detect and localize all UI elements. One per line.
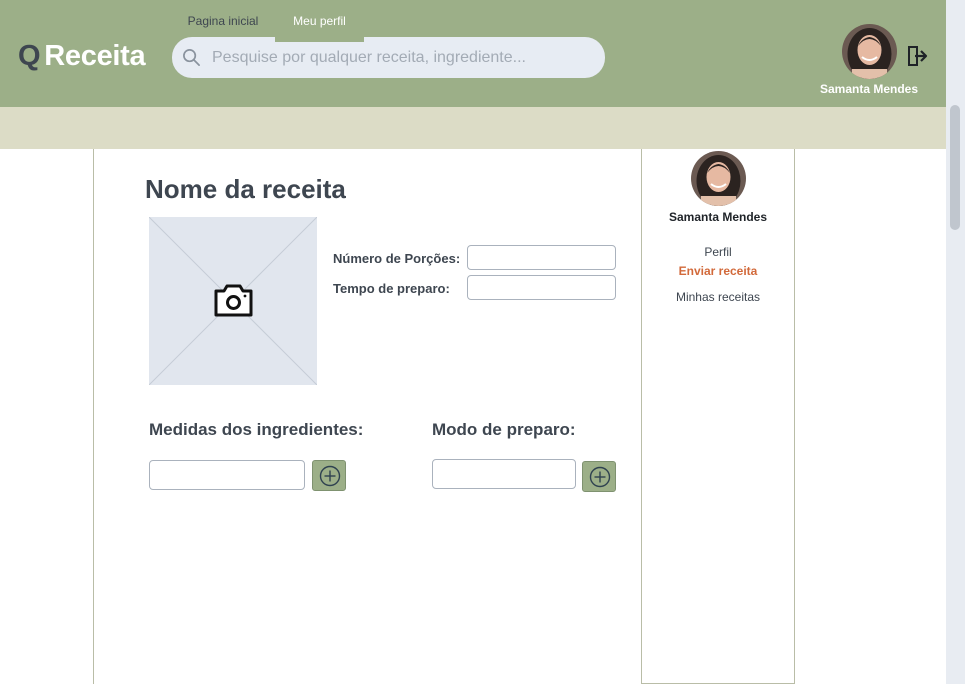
portions-input[interactable] <box>467 245 616 270</box>
logout-icon[interactable] <box>907 44 929 68</box>
sidebar-item-profile[interactable]: Perfil <box>641 245 795 259</box>
add-step-button[interactable] <box>582 461 616 492</box>
tab-home[interactable]: Pagina inicial <box>177 0 269 42</box>
logo-q: Q <box>18 40 41 72</box>
app-logo[interactable]: Q Receita <box>18 40 146 73</box>
sidebar-avatar[interactable] <box>691 151 746 206</box>
prep-time-label: Tempo de preparo: <box>333 281 450 296</box>
sidebar-user-name: Samanta Mendes <box>668 210 768 224</box>
search-bar[interactable] <box>172 37 605 78</box>
profile-sidebar <box>641 149 795 684</box>
ingredient-input[interactable] <box>149 460 305 490</box>
plus-circle-icon <box>319 465 341 487</box>
sidebar-item-my-recipes[interactable]: Minhas receitas <box>641 290 795 304</box>
nav-bar <box>0 107 946 149</box>
ingredients-heading: Medidas dos ingredientes: <box>149 420 364 439</box>
scrollbar-track[interactable] <box>946 0 965 684</box>
logo-text: Receita <box>44 40 146 72</box>
plus-circle-icon <box>589 466 611 488</box>
camera-icon[interactable] <box>213 284 254 317</box>
add-ingredient-button[interactable] <box>312 460 346 491</box>
sidebar-item-send-recipe[interactable]: Enviar receita <box>641 264 795 278</box>
method-heading: Modo de preparo: <box>432 420 576 439</box>
method-input[interactable] <box>432 459 576 489</box>
scrollbar-thumb[interactable] <box>950 105 960 230</box>
tab-my-profile[interactable]: Meu perfil <box>275 0 364 42</box>
prep-time-input[interactable] <box>467 275 616 300</box>
header-user-name: Samanta Mendes <box>819 82 919 96</box>
portions-label: Número de Porções: <box>333 251 461 266</box>
recipe-name-title[interactable]: Nome da receita <box>145 174 346 205</box>
search-icon <box>183 49 200 66</box>
search-input[interactable] <box>212 37 592 78</box>
user-avatar[interactable] <box>842 24 897 79</box>
